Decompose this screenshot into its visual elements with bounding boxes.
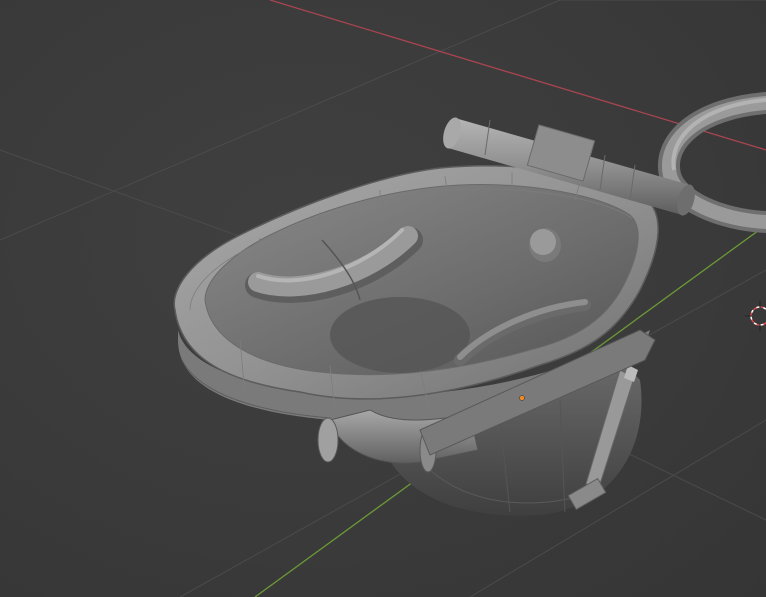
overflow-knob[interactable]	[529, 228, 561, 262]
3d-cursor-icon[interactable]	[745, 301, 766, 331]
3d-viewport[interactable]	[0, 0, 766, 597]
object-origin-icon[interactable]	[519, 395, 525, 401]
drain-recess	[330, 297, 470, 373]
viewport-canvas[interactable]	[0, 0, 766, 597]
